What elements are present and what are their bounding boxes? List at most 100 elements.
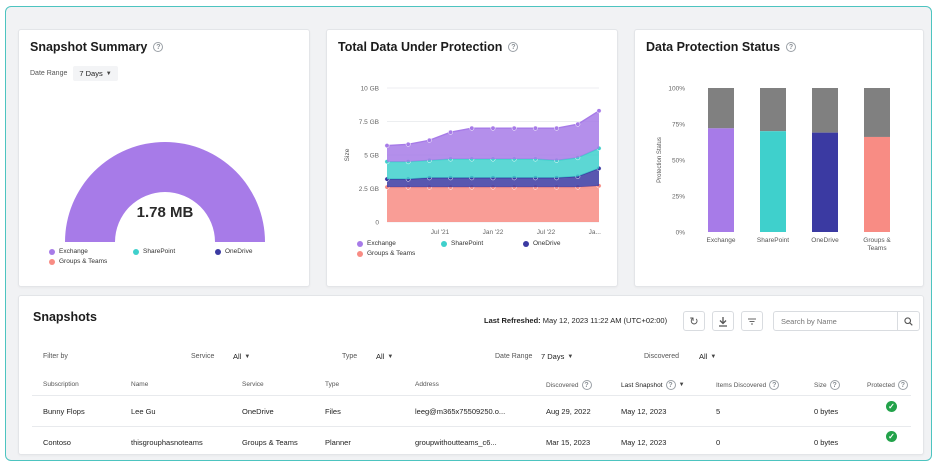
legend-item-exchange[interactable]: Exchange xyxy=(357,240,396,247)
bar-unprotected xyxy=(812,88,838,133)
chevron-down-icon: ▼ xyxy=(105,70,112,77)
search-input[interactable] xyxy=(774,312,898,330)
filter-date-range-select[interactable]: 7 Days ▼ xyxy=(541,352,573,361)
help-icon[interactable]: ? xyxy=(897,380,908,390)
col-protected[interactable]: Protected? xyxy=(867,380,908,390)
help-icon[interactable]: ? xyxy=(665,380,676,390)
protection-status-title-text: Data Protection Status xyxy=(646,40,781,54)
x-tick-label: Exchange xyxy=(707,237,736,244)
help-icon[interactable]: ? xyxy=(581,380,592,390)
cell-address: leeg@m365x75509250.o... xyxy=(415,407,506,416)
cell-service: Groups & Teams xyxy=(242,438,298,447)
cell-type: Planner xyxy=(325,438,351,447)
col-last-snapshot[interactable]: Last Snapshot? ▼ xyxy=(621,380,685,390)
legend-item-onedrive[interactable]: OneDrive xyxy=(215,248,252,255)
data-point xyxy=(469,125,475,131)
bar-protected xyxy=(760,131,786,232)
legend-item-sharepoint[interactable]: SharePoint xyxy=(133,248,175,255)
protected-check-icon: ✓ xyxy=(886,431,897,442)
data-point xyxy=(596,108,602,114)
date-range-select[interactable]: 7 Days ▼ xyxy=(73,66,118,81)
legend-item-groups-teams[interactable]: Groups & Teams xyxy=(357,250,415,257)
y-tick-label: 7.5 GB xyxy=(359,119,379,126)
area-series-exchange xyxy=(387,110,599,162)
bar-unprotected xyxy=(760,88,786,132)
legend-item-sharepoint[interactable]: SharePoint xyxy=(441,240,483,247)
cell-last-snapshot: May 12, 2023 xyxy=(621,407,667,416)
col-discovered[interactable]: Discovered? xyxy=(546,380,592,390)
data-point xyxy=(426,137,432,143)
date-range-control: Date Range 7 Days ▼ xyxy=(30,66,118,81)
filter-date-range-label: Date Range xyxy=(495,353,533,360)
cell-discovered: Aug 29, 2022 xyxy=(546,407,591,416)
y-tick-label: 25% xyxy=(672,194,685,201)
table-row[interactable]: Bunny Flops Lee Gu OneDrive Files leeg@m… xyxy=(19,396,925,426)
cell-size: 0 bytes xyxy=(814,438,839,447)
protection-status-title: Data Protection Status ? xyxy=(646,40,797,54)
total-data-title-text: Total Data Under Protection xyxy=(338,40,503,54)
filter-type-select[interactable]: All ▼ xyxy=(376,352,393,361)
search-button[interactable] xyxy=(897,312,919,330)
cell-name: Lee Gu xyxy=(131,407,156,416)
filter-button[interactable] xyxy=(741,311,763,331)
help-icon[interactable]: ? xyxy=(508,42,519,52)
total-data-card: Total Data Under Protection ? 0 2.5 GB 5 G… xyxy=(326,29,618,287)
y-tick-label: 75% xyxy=(672,122,685,129)
col-type[interactable]: Type xyxy=(325,381,339,388)
cell-discovered: Mar 15, 2023 xyxy=(546,438,591,447)
refresh-button[interactable]: ↻ xyxy=(683,311,705,331)
help-icon[interactable]: ? xyxy=(769,380,780,390)
y-axis-label: Size xyxy=(344,148,351,161)
filter-type-label: Type xyxy=(342,353,358,360)
protection-status-bar-chart: 0% 25% 50% 75% 100% Protection Status Exchange… xyxy=(657,86,891,253)
filter-discovered-label: Discovered xyxy=(644,353,680,360)
filter-service-select[interactable]: All ▼ xyxy=(233,352,250,361)
y-axis-label: Protection Status xyxy=(657,137,663,183)
search-box xyxy=(773,311,920,331)
chevron-down-icon: ▼ xyxy=(244,353,251,360)
help-icon[interactable]: ? xyxy=(153,42,164,52)
chevron-down-icon: ▼ xyxy=(387,353,394,360)
col-name[interactable]: Name xyxy=(131,381,148,388)
snapshot-summary-card: Snapshot Summary ? Date Range 7 Days ▼ 1… xyxy=(18,29,310,287)
snapshot-summary-title: Snapshot Summary ? xyxy=(30,40,164,54)
legend-item-groups-teams[interactable]: Groups & Teams xyxy=(49,258,107,265)
last-refreshed-label: Last Refreshed: xyxy=(484,316,541,325)
x-tick-label: Jan '22 xyxy=(483,229,504,236)
help-icon[interactable]: ? xyxy=(829,380,840,390)
total-data-area-chart: 0 2.5 GB 5 GB 7.5 GB 10 GB Size Jul '21 Jan '22… xyxy=(344,86,602,236)
bar-unprotected xyxy=(708,88,734,129)
col-items-discovered[interactable]: Items Discovered? xyxy=(716,380,780,390)
snapshot-legend: Exchange SharePoint OneDrive Groups & Te… xyxy=(19,240,311,280)
table-row[interactable]: Contoso thisgrouphasnoteams Groups & Tea… xyxy=(19,427,925,455)
total-data-legend: Exchange SharePoint OneDrive Groups & Te… xyxy=(327,237,619,277)
data-point xyxy=(532,125,538,131)
filter-service-label: Service xyxy=(191,353,215,360)
cell-address: groupwithoutteams_c6... xyxy=(415,438,497,447)
col-size[interactable]: Size? xyxy=(814,380,840,390)
cell-service: OneDrive xyxy=(242,407,274,416)
cell-items: 5 xyxy=(716,407,721,416)
y-tick-label: 100% xyxy=(668,86,685,93)
x-tick-label: OneDrive xyxy=(811,237,839,244)
col-subscription[interactable]: Subscription xyxy=(43,381,79,388)
filter-icon xyxy=(748,317,756,325)
snapshot-gauge: 1.78 MB xyxy=(65,142,265,242)
legend-item-exchange[interactable]: Exchange xyxy=(49,248,88,255)
filter-discovered-select[interactable]: All ▼ xyxy=(699,352,716,361)
col-service[interactable]: Service xyxy=(242,381,264,388)
protection-status-card: Data Protection Status ? 0% 25% 50% 75% 100%… xyxy=(634,29,924,287)
bar-unprotected xyxy=(864,88,890,137)
help-icon[interactable]: ? xyxy=(786,42,797,52)
search-icon xyxy=(904,316,913,326)
x-tick-label: Groups & xyxy=(863,237,891,244)
cell-subscription: Contoso xyxy=(43,438,71,447)
legend-item-onedrive[interactable]: OneDrive xyxy=(523,240,560,247)
bar-protected xyxy=(864,136,890,232)
x-tick-label: Ja... xyxy=(589,229,601,236)
download-button[interactable] xyxy=(712,311,734,331)
col-address[interactable]: Address xyxy=(415,381,439,388)
data-point xyxy=(490,125,496,131)
refresh-icon: ↻ xyxy=(689,315,699,328)
x-tick-label: Jul '22 xyxy=(537,229,556,236)
